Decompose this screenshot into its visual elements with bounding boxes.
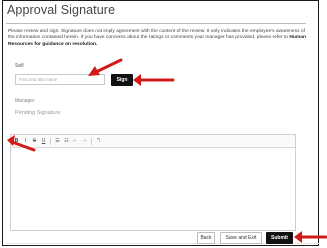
underline-icon[interactable]: U bbox=[40, 138, 47, 145]
signature-name-input[interactable] bbox=[15, 74, 105, 85]
clear-formatting-icon[interactable]: ℸ bbox=[95, 138, 102, 145]
outdent-icon[interactable]: ⇤ bbox=[72, 138, 79, 145]
strikethrough-icon[interactable]: S bbox=[31, 138, 38, 145]
indent-icon[interactable]: ⇥ bbox=[81, 138, 88, 145]
manager-signature-status: Pending Signature bbox=[15, 110, 61, 116]
toolbar-divider bbox=[91, 137, 92, 145]
page-title: Approval Signature bbox=[7, 3, 116, 17]
instructions-text: Please review and sign. Signature does n… bbox=[8, 29, 308, 48]
back-button[interactable]: Back bbox=[197, 232, 215, 244]
editor-toolbar: B I S U ☰ ☷ ⇤ ⇥ ℸ bbox=[11, 135, 295, 148]
title-divider bbox=[6, 23, 306, 24]
italic-icon[interactable]: I bbox=[22, 138, 29, 145]
approval-signature-panel: Approval Signature Please review and sig… bbox=[2, 0, 319, 246]
manager-label: Manager bbox=[15, 98, 35, 104]
comment-editor: B I S U ☰ ☷ ⇤ ⇥ ℸ bbox=[10, 134, 296, 231]
instructions-body: Please review and sign. Signature does n… bbox=[8, 29, 305, 41]
sign-button[interactable]: Sign bbox=[111, 74, 133, 86]
toolbar-divider bbox=[50, 137, 51, 145]
comment-text-area[interactable] bbox=[11, 148, 295, 230]
bullet-list-icon[interactable]: ☷ bbox=[63, 138, 70, 145]
submit-button[interactable]: Submit bbox=[266, 232, 293, 244]
save-and-exit-button[interactable]: Save and Exit bbox=[220, 232, 262, 244]
bold-icon[interactable]: B bbox=[13, 138, 20, 145]
numbered-list-icon[interactable]: ☰ bbox=[54, 138, 61, 145]
self-label: Self bbox=[15, 63, 24, 69]
